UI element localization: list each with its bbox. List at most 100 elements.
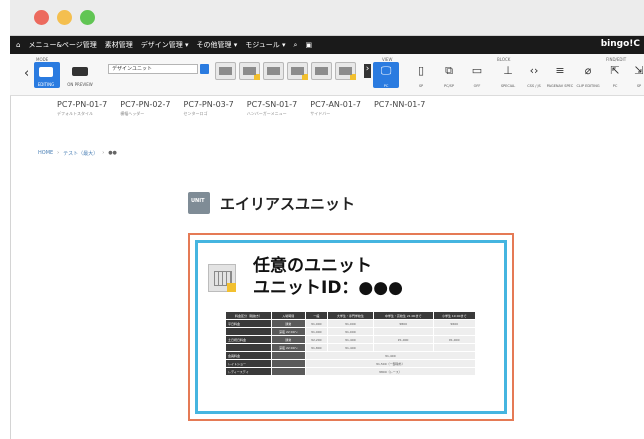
table-cell <box>372 327 434 336</box>
table-cell: ¥1,400 <box>326 343 374 352</box>
layout-thumb-6[interactable] <box>335 62 356 80</box>
pattern-subtitle: 横幅ヘッダー <box>120 111 145 116</box>
breadcrumb-test-link[interactable]: テスト（最大） <box>63 150 98 157</box>
clip-icon[interactable]: ⌀ <box>581 64 595 80</box>
code-icon[interactable]: ‹› <box>527 64 541 80</box>
table-cell: ¥1,000 <box>304 319 328 328</box>
pattern-title: PC7-PN-02-7 <box>120 100 171 109</box>
pattern-subtitle: ハンバーガーメニュー <box>246 111 287 116</box>
table-cell: ¥1,000 <box>432 335 476 344</box>
pattern-item[interactable]: PC7-PN-02-7 横幅ヘッダー <box>120 100 170 117</box>
unit-type-select-button[interactable] <box>200 64 209 74</box>
assets-menu[interactable]: 素材管理 <box>105 40 133 50</box>
row-label: レイトショー <box>225 359 272 368</box>
pattern-item[interactable]: PC7-PN-03-7 センターロゴ <box>184 100 234 117</box>
table-header-cell: 入場時間 <box>270 311 306 320</box>
row-label: 平日料金 <box>225 319 272 328</box>
table-cell: ¥1,000 <box>304 327 328 336</box>
breadcrumb-current: ●● <box>108 150 117 156</box>
pattern-title: PC7-NN-01-7 <box>373 100 426 109</box>
layout-thumb-3[interactable] <box>263 62 284 80</box>
module-menu[interactable]: モジュール ▾ <box>245 40 285 50</box>
layout-thumb-1[interactable] <box>215 62 236 80</box>
table-cell: ¥1,000 <box>372 335 434 344</box>
pattern-item[interactable]: PC7-AN-01-7 サイドバー <box>310 100 361 117</box>
off-view-label: OFF <box>473 84 481 88</box>
table-row: 深夜 22:00〜 ¥1,000 ¥1,000 <box>225 327 476 336</box>
brand-logo: bingo!C <box>600 39 640 49</box>
sp-edit-icon[interactable]: ⇲ <box>632 64 644 80</box>
next-arrow-icon[interactable]: › <box>364 64 371 78</box>
table-header-cell: 大学生・専門学校生 <box>326 311 374 320</box>
pc-sp-view-label: PC/SP <box>443 84 455 88</box>
breadcrumb-separator: › <box>102 150 105 156</box>
time-cell: 通常 <box>270 319 306 328</box>
cms-menubar: ⌂ メニュー&ページ管理 素材管理 デザイン管理 ▾ その他管理 ▾ モジュール… <box>10 36 644 54</box>
zoom-window-button[interactable] <box>80 10 95 25</box>
design-menu[interactable]: デザイン管理 ▾ <box>141 40 189 50</box>
table-row: レディースデイ ¥800（レース） <box>225 367 477 376</box>
page-icon[interactable]: ▣ <box>305 41 312 49</box>
sp-edit-label: SP <box>636 84 642 88</box>
editing-mode-icon <box>39 67 53 77</box>
table-unit-icon <box>208 264 236 292</box>
pattern-subtitle: サイドバー <box>310 111 331 116</box>
time-cell: 深夜 22:00〜 <box>270 343 306 352</box>
clip-editing-label: CLIP EDITING <box>576 84 600 88</box>
pc-view-icon: 🖵 <box>380 64 392 77</box>
preview-mode-label: ON PREVIEW <box>67 82 93 87</box>
row-label <box>225 343 272 352</box>
table-header-cell: 小学生 19:00まで <box>432 311 476 320</box>
pagenav-icon[interactable]: ≡ <box>553 64 567 80</box>
time-cell <box>270 351 306 360</box>
unit-icon-text: UNIT <box>191 198 205 204</box>
table-cell: ¥600 <box>432 319 476 328</box>
breadcrumb-separator: › <box>57 150 60 156</box>
pattern-subtitle: デフォルトスタイル <box>57 111 93 116</box>
sp-view-icon[interactable]: ▯ <box>414 64 428 80</box>
alias-unit-header[interactable]: UNIT エイリアスユニット <box>188 192 355 214</box>
editing-mode-label: EDITING <box>37 82 55 87</box>
back-arrow-icon[interactable]: ‹ <box>24 66 29 81</box>
title-bar <box>10 0 644 36</box>
pattern-item[interactable]: PC7-SN-01-7 ハンバーガーメニュー <box>247 100 298 117</box>
table-header-cell: 中学生・高校生 21:00まで <box>372 311 434 320</box>
row-label: レディースデイ <box>225 367 272 376</box>
search-icon[interactable]: ⌕ <box>294 41 298 50</box>
table-cell <box>432 327 476 336</box>
menu-page-menu[interactable]: メニュー&ページ管理 <box>28 40 96 50</box>
layout-thumb-4[interactable] <box>287 62 308 80</box>
breadcrumb: HOME › テスト（最大） › ●● <box>38 150 117 157</box>
special-icon[interactable]: ⊥ <box>501 64 515 80</box>
price-table: 料金区分（税抜き） 入場時間 一般 大学生・専門学校生 中学生・高校生 21:0… <box>225 311 477 376</box>
row-label <box>225 327 272 336</box>
table-row: レイトショー ¥1,500（一部除外） <box>225 359 477 368</box>
pc-view-label: PC <box>383 84 389 88</box>
table-header-cell: 一般 <box>304 311 328 320</box>
table-cell: ¥1,800 <box>304 343 328 352</box>
pattern-item[interactable]: PC7-NN-01-7 <box>374 100 425 117</box>
table-header-cell: 料金区分（税抜き） <box>225 311 272 320</box>
unit-type-select[interactable]: デザインユニット <box>108 64 198 74</box>
any-unit-title: 任意のユニット <box>253 256 372 276</box>
row-label: 会員料金 <box>225 351 272 360</box>
off-view-icon[interactable]: ▭ <box>470 64 484 80</box>
time-cell <box>270 359 306 368</box>
pc-edit-icon[interactable]: ⇱ <box>608 64 622 80</box>
table-cell: ¥800 <box>372 319 434 328</box>
breadcrumb-home-link[interactable]: HOME <box>38 150 53 157</box>
pattern-title: PC7-SN-01-7 <box>246 100 298 109</box>
minimize-window-button[interactable] <box>57 10 72 25</box>
other-menu[interactable]: その他管理 ▾ <box>197 40 238 50</box>
pattern-item[interactable]: PC7-PN-01-7 デフォルトスタイル <box>57 100 107 117</box>
table-cell: ¥800（レース） <box>304 367 477 376</box>
home-icon[interactable]: ⌂ <box>16 41 20 49</box>
layout-thumb-5[interactable] <box>311 62 332 80</box>
table-cell: ¥1,500（一部除外） <box>304 359 477 368</box>
preview-mode-icon[interactable] <box>72 67 88 76</box>
pc-sp-view-icon[interactable]: ⧉ <box>442 64 456 80</box>
time-cell: 深夜 22:00〜 <box>270 327 306 336</box>
close-window-button[interactable] <box>34 10 49 25</box>
pagenav-label: PAGENAV SPEC <box>546 84 574 88</box>
layout-thumb-2[interactable] <box>239 62 260 80</box>
